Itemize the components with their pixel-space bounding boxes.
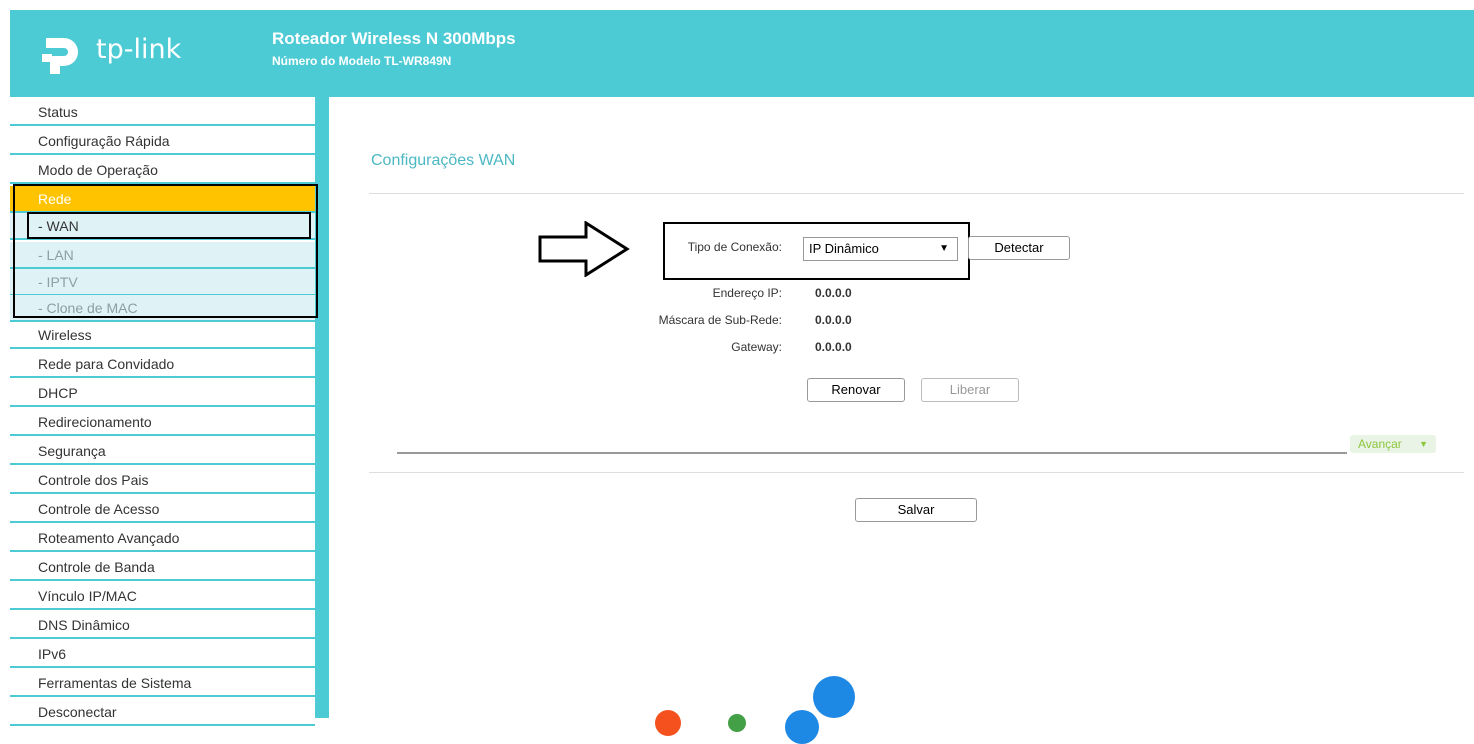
content-divider <box>369 472 1464 473</box>
sidebar-item-modo-de-operacao[interactable]: Modo de Operação <box>10 157 315 184</box>
sidebar-subitem-iptv[interactable]: - IPTV <box>10 269 315 296</box>
sidebar-item-controle-de-banda[interactable]: Controle de Banda <box>10 554 315 581</box>
sidebar-item-ferramentas-de-sistema[interactable]: Ferramentas de Sistema <box>10 670 315 697</box>
sidebar-subitem-clone-de-mac[interactable]: - Clone de MAC <box>10 295 315 322</box>
gateway-label: Gateway: <box>731 340 782 354</box>
detect-button[interactable]: Detectar <box>968 236 1070 260</box>
decorative-blue-dot-large <box>813 676 855 718</box>
connection-type-value: IP Dinâmico <box>809 241 879 256</box>
header-bar: tp-link Roteador Wireless N 300Mbps Núme… <box>10 10 1474 97</box>
sidebar-item-wireless[interactable]: Wireless <box>10 322 315 349</box>
connection-type-select[interactable]: IP Dinâmico ▼ <box>803 237 958 261</box>
sidebar-item-controle-dos-pais[interactable]: Controle dos Pais <box>10 467 315 494</box>
release-button[interactable]: Liberar <box>921 378 1019 402</box>
advanced-toggle[interactable]: Avançar ▼ <box>1350 435 1436 453</box>
tp-link-logo: tp-link <box>36 28 196 78</box>
sidebar-item-roteamento-avancado[interactable]: Roteamento Avançado <box>10 525 315 552</box>
sidebar-item-dns-dinamico[interactable]: DNS Dinâmico <box>10 612 315 639</box>
sidebar-item-seguranca[interactable]: Segurança <box>10 438 315 465</box>
subnet-mask-value: 0.0.0.0 <box>815 313 852 327</box>
sidebar-item-redirecionamento[interactable]: Redirecionamento <box>10 409 315 436</box>
sidebar-subitem-lan[interactable]: - LAN <box>10 242 315 269</box>
ip-address-value: 0.0.0.0 <box>815 286 852 300</box>
dropdown-caret-icon: ▼ <box>939 243 949 254</box>
tp-link-logo-icon <box>42 38 78 74</box>
decorative-blue-dot <box>785 710 819 744</box>
advanced-divider <box>397 452 1347 454</box>
product-title: Roteador Wireless N 300Mbps <box>272 29 516 48</box>
sidebar-divider <box>315 97 329 718</box>
sidebar-menu: Status Configuração Rápida Modo de Opera… <box>10 97 315 726</box>
subnet-mask-label: Máscara de Sub-Rede: <box>658 313 782 327</box>
page-title: Configurações WAN <box>371 152 516 169</box>
sidebar-item-dhcp[interactable]: DHCP <box>10 380 315 407</box>
connection-type-label: Tipo de Conexão: <box>687 240 782 254</box>
sidebar-item-rede-para-convidado[interactable]: Rede para Convidado <box>10 351 315 378</box>
sidebar-item-controle-de-acesso[interactable]: Controle de Acesso <box>10 496 315 523</box>
decorative-orange-dot <box>655 710 681 736</box>
logo-text: tp-link <box>96 34 182 65</box>
sidebar-item-rede[interactable]: Rede <box>10 186 315 213</box>
decorative-green-dot <box>728 714 746 732</box>
sidebar-item-status[interactable]: Status <box>10 99 315 126</box>
advanced-toggle-label: Avançar <box>1358 437 1402 451</box>
chevron-down-icon: ▼ <box>1419 439 1428 449</box>
sidebar-subitem-wan[interactable]: - WAN <box>10 213 315 240</box>
model-number: Número do Modelo TL-WR849N <box>272 54 452 68</box>
sidebar-item-vinculo-ip-mac[interactable]: Vínculo IP/MAC <box>10 583 315 610</box>
sidebar-item-configuracao-rapida[interactable]: Configuração Rápida <box>10 128 315 155</box>
title-divider <box>369 193 1464 194</box>
save-button[interactable]: Salvar <box>855 498 977 522</box>
sidebar-item-ipv6[interactable]: IPv6 <box>10 641 315 668</box>
gateway-value: 0.0.0.0 <box>815 340 852 354</box>
ip-address-label: Endereço IP: <box>712 286 782 300</box>
renew-button[interactable]: Renovar <box>807 378 905 402</box>
right-arrow-icon <box>538 221 630 277</box>
sidebar-item-desconectar[interactable]: Desconectar <box>10 699 315 726</box>
